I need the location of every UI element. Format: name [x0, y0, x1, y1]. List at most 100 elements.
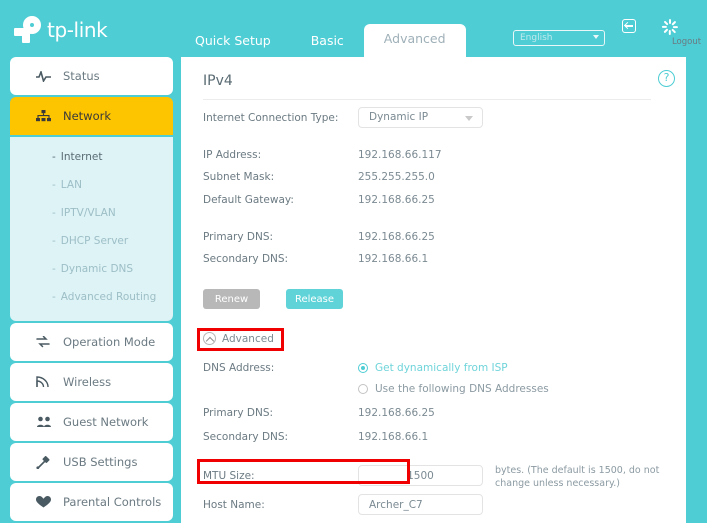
usb-plug-icon	[36, 455, 58, 469]
subnet-mask-row: Subnet Mask: 255.255.255.0	[203, 171, 663, 183]
sidebar-label-status: Status	[63, 69, 100, 83]
primary-dns-row: Primary DNS: 192.168.66.25	[203, 231, 663, 243]
mtu-size-row: MTU Size: bytes. (The default is 1500, d…	[203, 465, 663, 491]
mtu-size-label: MTU Size:	[203, 470, 255, 482]
tab-basic[interactable]: Basic	[291, 26, 364, 58]
sidebar-sublabel-dynamic-dns: Dynamic DNS	[60, 263, 134, 275]
page-title: IPv4	[203, 73, 233, 89]
dns-option-manual[interactable]: Use the following DNS Addresses	[358, 383, 549, 395]
dns-option-dynamic[interactable]: Get dynamically from ISP	[358, 362, 508, 374]
sidebar-subitem-advanced-routing[interactable]: - Advanced Routing	[10, 283, 173, 311]
router-admin-page: tp-link Quick Setup Basic Advanced Engli…	[0, 0, 707, 523]
dash-marker: -	[52, 235, 56, 247]
tab-advanced[interactable]: Advanced	[363, 23, 466, 57]
logout-icon	[609, 19, 649, 36]
sidebar-sublabel-lan: LAN	[60, 179, 82, 191]
help-icon[interactable]: ?	[658, 70, 675, 87]
sidebar-item-guest-network[interactable]: Guest Network	[10, 403, 173, 441]
sidebar-subitem-iptv-vlan[interactable]: - IPTV/VLAN	[10, 199, 173, 227]
advanced-toggle-label: Advanced	[222, 332, 274, 345]
sidebar-subitem-dynamic-dns[interactable]: - Dynamic DNS	[10, 255, 173, 283]
sidebar: Status Network - Internet - LAN - IPTV/V…	[10, 57, 173, 523]
dns-address-row-manual: Use the following DNS Addresses	[203, 383, 663, 395]
sidebar-label-network: Network	[63, 109, 112, 123]
advanced-section-toggle-row: Advanced	[203, 332, 663, 345]
default-gateway-row: Default Gateway: 192.168.66.25	[203, 194, 663, 206]
connection-type-select[interactable]: Dynamic IP	[358, 107, 483, 128]
sidebar-sublabel-advanced-routing: Advanced Routing	[60, 291, 157, 303]
title-divider	[203, 99, 651, 100]
sidebar-item-network[interactable]: Network	[10, 97, 173, 135]
language-select[interactable]: English	[513, 30, 605, 46]
pulse-icon	[36, 70, 58, 82]
ip-address-row: IP Address: 192.168.66.117	[203, 149, 663, 161]
connection-type-value: Dynamic IP	[369, 111, 429, 123]
sidebar-label-parental-controls: Parental Controls	[63, 495, 162, 509]
host-name-label: Host Name:	[203, 498, 265, 511]
host-name-input[interactable]	[358, 494, 483, 515]
dash-marker: -	[52, 263, 56, 275]
main-content: IPv4 ? Internet Connection Type: Dynamic…	[181, 57, 686, 523]
tp-link-logo-icon	[14, 16, 42, 43]
two-users-icon	[36, 416, 58, 428]
brand-name: tp-link	[47, 17, 108, 42]
sidebar-subitem-internet[interactable]: - Internet	[10, 143, 173, 171]
sidebar-item-operation-mode[interactable]: Operation Mode	[10, 323, 173, 361]
sidebar-sublabel-iptv-vlan: IPTV/VLAN	[60, 207, 116, 219]
secondary-dns-value: 192.168.66.1	[358, 253, 429, 265]
sidebar-item-wireless[interactable]: Wireless	[10, 363, 173, 401]
connection-type-row: Internet Connection Type: Dynamic IP	[203, 107, 663, 128]
tp-link-logo: tp-link	[14, 16, 108, 43]
dns-option-manual-label: Use the following DNS Addresses	[375, 383, 549, 395]
host-name-row: Host Name:	[203, 494, 663, 515]
language-select-value: English	[520, 33, 553, 43]
network-tree-icon	[36, 110, 58, 122]
advanced-collapse-toggle[interactable]: Advanced	[203, 332, 274, 345]
reboot-button[interactable]: Reboot	[650, 19, 690, 47]
dns-address-label: DNS Address:	[203, 362, 275, 374]
primary-dns-label: Primary DNS:	[203, 231, 274, 243]
sidebar-item-status[interactable]: Status	[10, 57, 173, 95]
sidebar-item-usb-settings[interactable]: USB Settings	[10, 443, 173, 481]
subnet-mask-value: 255.255.255.0	[358, 171, 435, 183]
sidebar-sublabel-internet: Internet	[60, 151, 103, 163]
reboot-label: Reboot	[650, 37, 707, 47]
chevron-up-circle-icon	[203, 332, 216, 345]
top-nav-tabs: Quick Setup Basic Advanced	[175, 22, 466, 57]
advanced-secondary-dns-row: Secondary DNS: 192.168.66.1	[203, 431, 663, 443]
dns-option-dynamic-label: Get dynamically from ISP	[375, 362, 508, 374]
mtu-size-hint: bytes. (The default is 1500, do not chan…	[495, 465, 660, 489]
advanced-secondary-dns-label: Secondary DNS:	[203, 431, 289, 443]
tab-quick-setup[interactable]: Quick Setup	[175, 26, 291, 58]
sidebar-sublabel-dhcp-server: DHCP Server	[60, 235, 129, 247]
release-button[interactable]: Release	[286, 289, 343, 309]
sidebar-item-parental-controls[interactable]: Parental Controls	[10, 483, 173, 521]
advanced-secondary-dns-value: 192.168.66.1	[358, 431, 429, 443]
heart-icon	[36, 496, 58, 508]
swap-arrows-icon	[36, 336, 58, 348]
advanced-primary-dns-row: Primary DNS: 192.168.66.25	[203, 407, 663, 419]
ip-address-label: IP Address:	[203, 149, 262, 161]
sidebar-subitem-dhcp-server[interactable]: - DHCP Server	[10, 227, 173, 255]
dash-marker: -	[52, 179, 56, 191]
advanced-primary-dns-label: Primary DNS:	[203, 407, 274, 419]
wifi-signal-icon	[36, 376, 58, 388]
reboot-icon	[650, 19, 690, 36]
chevron-down-icon	[465, 116, 473, 121]
connection-type-label: Internet Connection Type:	[203, 111, 339, 124]
dhcp-action-buttons: Renew Release	[203, 289, 663, 309]
sidebar-submenu-network: - Internet - LAN - IPTV/VLAN - DHCP Serv…	[10, 137, 173, 321]
ip-address-value: 192.168.66.117	[358, 149, 442, 161]
dash-marker: -	[52, 151, 56, 163]
dash-marker: -	[52, 207, 56, 219]
mtu-size-input[interactable]	[358, 465, 483, 486]
sidebar-subitem-lan[interactable]: - LAN	[10, 171, 173, 199]
sidebar-label-usb-settings: USB Settings	[63, 455, 138, 469]
dash-marker: -	[52, 291, 56, 303]
secondary-dns-row: Secondary DNS: 192.168.66.1	[203, 253, 663, 265]
renew-button[interactable]: Renew	[203, 289, 260, 309]
primary-dns-value: 192.168.66.25	[358, 231, 435, 243]
logout-button[interactable]: Logout	[609, 19, 701, 47]
advanced-primary-dns-value: 192.168.66.25	[358, 407, 435, 419]
chevron-down-icon	[593, 35, 599, 39]
